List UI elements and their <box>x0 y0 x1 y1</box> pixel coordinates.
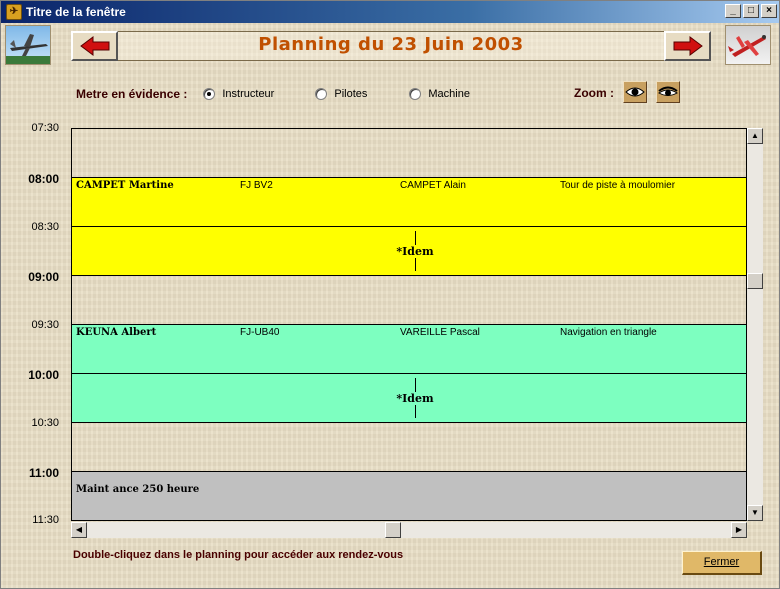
time-slot-empty[interactable] <box>72 423 746 472</box>
time-label: 09:30 <box>31 319 59 331</box>
radio-pilotes[interactable]: Pilotes <box>315 88 409 100</box>
radio-label: Instructeur <box>222 88 275 100</box>
scroll-left-icon[interactable]: ◀ <box>71 522 87 538</box>
main-window: ✈ Titre de la fenêtre _ □ × Planning du … <box>0 0 780 589</box>
footer-hint: Double-cliquez dans le planning pour acc… <box>73 549 404 561</box>
maximize-button[interactable]: □ <box>743 4 759 18</box>
planning-title: Planning du 23 Juin 2003 <box>258 34 524 55</box>
radio-instructeur[interactable]: Instructeur <box>203 88 315 100</box>
window-title: Titre de la fenêtre <box>26 5 126 19</box>
radio-dot[interactable] <box>315 88 328 100</box>
zoom-in-eye-icon <box>625 87 645 97</box>
pilot-name: CAMPET Alain <box>400 180 466 191</box>
time-label: 10:30 <box>31 417 59 429</box>
highlight-label: Metre en évidence : <box>76 87 188 101</box>
time-label: 08:00 <box>28 172 59 186</box>
vertical-scrollbar[interactable]: ▲ ▼ <box>747 128 763 521</box>
time-label: 08:30 <box>31 221 59 233</box>
maintenance-label: Maint ance 250 heure <box>76 484 200 495</box>
radio-label: Pilotes <box>334 88 368 100</box>
appointment-slot[interactable]: KEUNA Albert FJ-UB40 VAREILLE Pascal Nav… <box>72 325 746 374</box>
horizontal-scrollbar[interactable]: ◀ ▶ <box>71 522 747 538</box>
app-icon: ✈ <box>6 4 22 20</box>
appointment-continuation-slot[interactable]: *Idem <box>72 227 746 276</box>
close-button[interactable]: Fermer <box>682 551 762 575</box>
appointment-continuation-slot[interactable]: *Idem <box>72 374 746 423</box>
time-label: 09:00 <box>28 270 59 284</box>
highlight-options: Metre en évidence : Instructeur Pilotes … <box>76 85 470 103</box>
close-window-button[interactable]: × <box>761 4 777 18</box>
horizontal-scroll-thumb[interactable] <box>385 522 401 538</box>
vertical-scroll-thumb[interactable] <box>747 273 763 289</box>
time-label: 11:30 <box>32 514 59 526</box>
instructor-name: CAMPET Martine <box>76 180 174 191</box>
minimize-button[interactable]: _ <box>725 4 741 18</box>
continuation-label: *Idem <box>392 245 438 258</box>
scroll-down-icon[interactable]: ▼ <box>747 505 763 521</box>
right-arrow-icon <box>673 36 703 56</box>
zoom-out-eye-icon <box>658 86 678 96</box>
radio-label: Machine <box>428 88 470 100</box>
previous-day-button[interactable] <box>71 31 118 61</box>
appointment-slot[interactable]: CAMPET Martine FJ BV2 CAMPET Alain Tour … <box>72 178 746 227</box>
scroll-up-icon[interactable]: ▲ <box>747 128 763 144</box>
continuation-label: *Idem <box>392 392 438 405</box>
time-slot-empty[interactable] <box>72 129 746 178</box>
instructor-name: KEUNA Albert <box>76 327 157 338</box>
airplane-left-image <box>5 25 51 65</box>
radio-dot[interactable] <box>203 88 216 100</box>
scroll-right-icon[interactable]: ▶ <box>731 522 747 538</box>
zoom-label: Zoom : <box>574 86 614 100</box>
time-label: 11:00 <box>28 466 59 480</box>
time-label: 10:00 <box>28 368 59 382</box>
radio-machine[interactable]: Machine <box>409 88 470 100</box>
zoom-out-button[interactable] <box>656 81 680 103</box>
title-bar[interactable]: ✈ Titre de la fenêtre _ □ × <box>1 1 779 23</box>
left-arrow-icon <box>79 36 109 56</box>
task-description: Navigation en triangle <box>560 327 657 338</box>
next-day-button[interactable] <box>664 31 711 61</box>
task-description: Tour de piste à moulomier <box>560 180 676 191</box>
zoom-in-button[interactable] <box>623 81 647 103</box>
pilot-name: VAREILLE Pascal <box>400 327 480 338</box>
maintenance-slot[interactable]: Maint ance 250 heure <box>72 472 746 520</box>
time-slot-empty[interactable] <box>72 276 746 325</box>
window-controls: _ □ × <box>723 4 777 18</box>
radio-dot[interactable] <box>409 88 422 100</box>
planning-grid[interactable]: CAMPET Martine FJ BV2 CAMPET Alain Tour … <box>71 128 747 521</box>
airplane-right-image <box>725 25 771 65</box>
time-label: 07:30 <box>31 122 59 134</box>
aircraft-id: FJ BV2 <box>240 180 273 191</box>
aircraft-id: FJ-UB40 <box>240 327 280 338</box>
